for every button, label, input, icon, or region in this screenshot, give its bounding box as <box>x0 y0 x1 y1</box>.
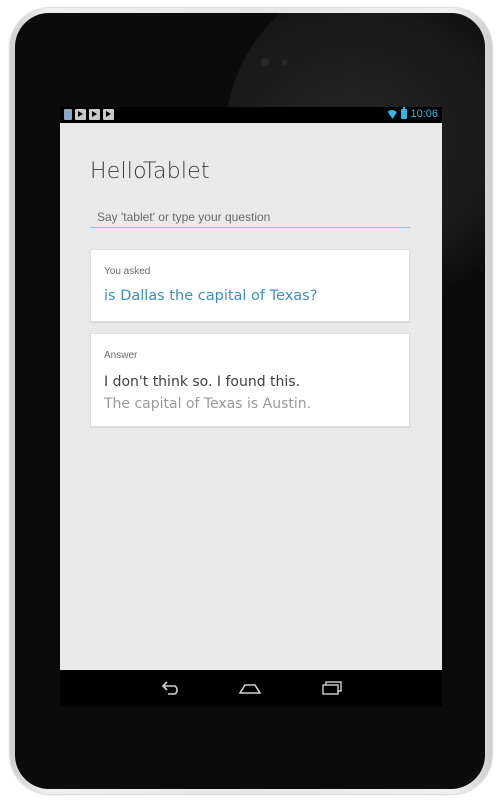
status-bar: 10:06 <box>60 107 442 123</box>
play-icon <box>89 109 100 120</box>
light-sensor <box>282 60 287 65</box>
answer-card: Answer I don't think so. I found this. T… <box>90 333 410 427</box>
home-icon <box>238 684 262 694</box>
wifi-icon <box>386 109 398 119</box>
battery-icon <box>401 107 408 119</box>
answer-label: Answer <box>104 350 138 361</box>
notification-icon <box>64 109 72 120</box>
page-title: HelloTablet <box>90 159 210 184</box>
system-status: 10:06 <box>386 107 438 120</box>
navigation-bar <box>60 670 442 706</box>
app-screen: HelloTablet You asked is Dallas the capi… <box>60 123 442 670</box>
recent-apps-button[interactable] <box>320 679 344 697</box>
question-input[interactable] <box>90 206 410 228</box>
answer-detail: The capital of Texas is Austin. <box>104 396 312 412</box>
asked-question: is Dallas the capital of Texas? <box>104 288 318 304</box>
answer-text: I don't think so. I found this. <box>104 374 301 390</box>
front-camera <box>259 56 271 68</box>
asked-label: You asked <box>104 266 151 277</box>
play-icon <box>75 109 86 120</box>
play-icon <box>103 109 114 120</box>
recent-apps-icon <box>322 681 342 695</box>
asked-card: You asked is Dallas the capital of Texas… <box>90 249 410 322</box>
notification-area <box>64 109 114 120</box>
back-icon <box>161 681 178 695</box>
home-button[interactable] <box>238 679 262 697</box>
status-clock: 10:06 <box>410 108 438 120</box>
back-button[interactable] <box>159 679 183 697</box>
